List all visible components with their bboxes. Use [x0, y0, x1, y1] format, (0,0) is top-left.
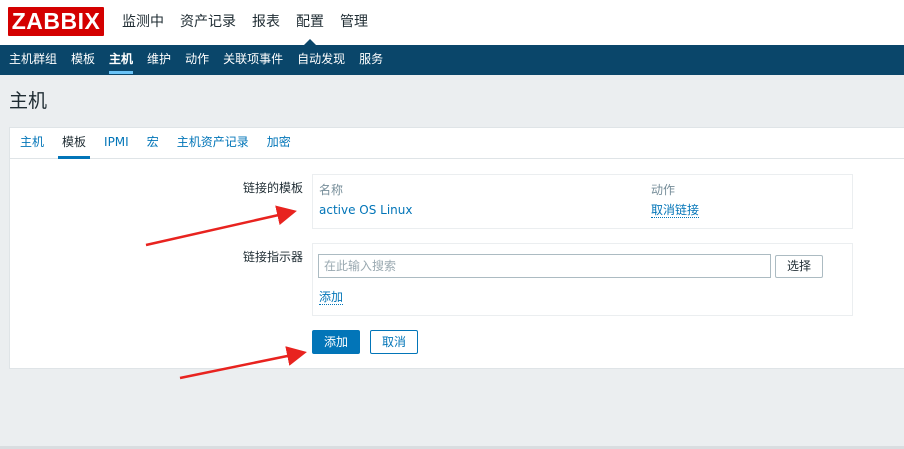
unlink-button[interactable]: 取消链接 [651, 203, 700, 218]
subnav-hosts[interactable]: 主机 [102, 45, 140, 75]
column-name-header: 名称 [319, 183, 344, 197]
column-action-header: 动作 [651, 183, 676, 197]
menu-monitoring[interactable]: 监测中 [114, 0, 172, 45]
tab-host[interactable]: 主机 [11, 128, 53, 158]
zabbix-logo[interactable]: ZABBIX [8, 7, 104, 36]
linked-templates-box: 名称 动作 active OS Linux 取消链接 [312, 174, 853, 229]
subnav-maintenance[interactable]: 维护 [140, 45, 178, 75]
select-button[interactable]: 选择 [775, 255, 823, 278]
menu-administration[interactable]: 管理 [332, 0, 376, 45]
add-link-button[interactable]: 添加 [319, 290, 344, 305]
tab-inventory[interactable]: 主机资产记录 [168, 128, 258, 158]
add-button[interactable]: 添加 [312, 330, 360, 354]
link-new-templates-label: 链接指示器 [242, 250, 303, 264]
subnav-actions[interactable]: 动作 [178, 45, 216, 75]
host-form-panel: 主机 模板 IPMI 宏 主机资产记录 加密 链接的模板 名称 动作 activ… [9, 127, 904, 369]
linked-template-name[interactable]: active OS Linux [319, 203, 413, 217]
form-tabs: 主机 模板 IPMI 宏 主机资产记录 加密 [10, 128, 904, 159]
template-search-input[interactable] [318, 254, 771, 278]
menu-inventory[interactable]: 资产记录 [172, 0, 244, 45]
subnav-services[interactable]: 服务 [352, 45, 390, 75]
subnav-templates[interactable]: 模板 [64, 45, 102, 75]
subnav-event-correlation[interactable]: 关联项事件 [216, 45, 290, 75]
tab-macros[interactable]: 宏 [138, 128, 168, 158]
cancel-button[interactable]: 取消 [370, 330, 418, 354]
link-new-templates-box: 选择 添加 [312, 243, 853, 316]
sub-navigation: 主机群组 模板 主机 维护 动作 关联项事件 自动发现 服务 [0, 45, 904, 75]
tab-templates[interactable]: 模板 [53, 128, 95, 159]
subnav-discovery[interactable]: 自动发现 [290, 45, 352, 75]
tab-encryption[interactable]: 加密 [258, 128, 300, 158]
tab-ipmi[interactable]: IPMI [95, 128, 138, 158]
subnav-host-groups[interactable]: 主机群组 [2, 45, 64, 75]
menu-configuration[interactable]: 配置 [288, 0, 332, 45]
menu-reports[interactable]: 报表 [244, 0, 288, 45]
linked-templates-label: 链接的模板 [242, 181, 303, 195]
main-menu: 监测中 资产记录 报表 配置 管理 [114, 0, 376, 45]
page-title: 主机 [9, 90, 48, 112]
top-bar: ZABBIX 监测中 资产记录 报表 配置 管理 [0, 0, 904, 45]
